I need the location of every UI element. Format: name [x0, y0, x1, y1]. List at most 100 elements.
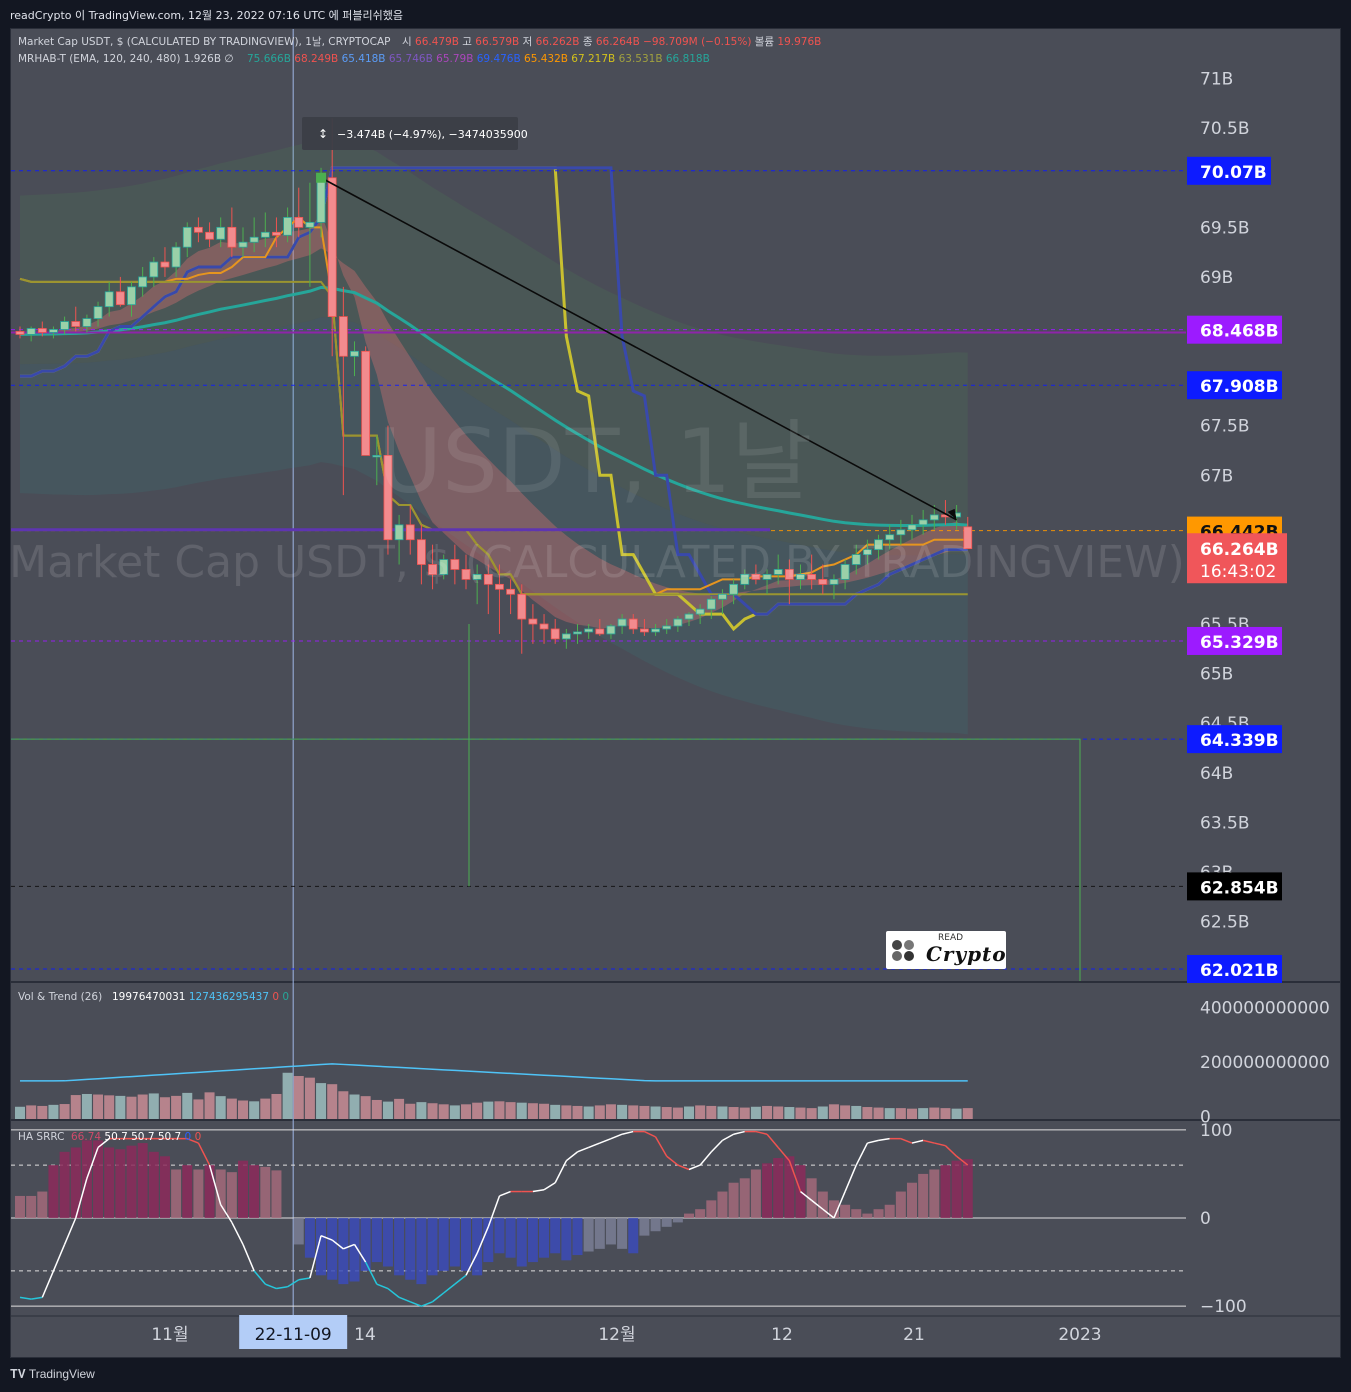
osc-hist-bar [182, 1165, 193, 1218]
osc-hist-bar [15, 1195, 25, 1218]
chart-canvas[interactable]: 71B70.5B69.5B69B67.5B67B65.5B65B64.5B64B… [0, 0, 1351, 1392]
countdown-text: 16:43:02 [1200, 562, 1276, 582]
oscillator-pane[interactable] [11, 1129, 1186, 1307]
volume-bar [828, 1104, 839, 1119]
volume-bar [226, 1098, 237, 1119]
candle [662, 625, 672, 630]
osc-line-segment [41, 1270, 55, 1298]
osc-hist-bar [539, 1218, 550, 1258]
volume-bar [438, 1104, 449, 1119]
candle [238, 241, 248, 248]
candle [294, 217, 304, 228]
volume-bar [115, 1095, 126, 1119]
legend-ohlc-item: 66.579B [472, 36, 519, 48]
candle [15, 331, 25, 335]
osc-hist-bar [260, 1166, 271, 1218]
candle [528, 618, 538, 625]
osc-line-segment [855, 1142, 869, 1166]
legend-ohlc-item: 볼륨 [751, 36, 774, 48]
volume-bar [371, 1099, 382, 1119]
osc-value: 50.7 [155, 1131, 182, 1143]
osc-hist-bar [572, 1218, 583, 1256]
tradingview-brand: TradingView [28, 1367, 95, 1381]
readcrypto-logo: READ Crypto [886, 931, 1006, 969]
candle [193, 226, 203, 233]
osc-line-segment [253, 1270, 266, 1285]
oscillator-legend: HA SRRC 66.74 50.7 50.7 50.7 0 0 [18, 1131, 201, 1143]
candle [260, 231, 270, 238]
volume-bar [70, 1095, 81, 1119]
volume-pane[interactable] [15, 1063, 973, 1119]
osc-hist-bar [338, 1218, 349, 1285]
osc-line-segment [443, 1283, 456, 1294]
volume-bar [505, 1102, 516, 1119]
volume-bar [706, 1105, 717, 1119]
indicator-value: 65.79B [433, 53, 474, 65]
time-axis-tick: 12월 [598, 1325, 635, 1345]
volume-bar [171, 1095, 182, 1119]
volume-bar [784, 1107, 795, 1119]
osc-hist-bar [695, 1209, 706, 1218]
osc-line-segment [432, 1292, 445, 1303]
osc-hist-bar [249, 1165, 260, 1218]
osc-hist-bar [427, 1218, 438, 1276]
candle [82, 318, 92, 327]
volume-bar [148, 1093, 159, 1119]
legend-ohlc: 시 66.479B 고 66.579B 저 66.262B 종 66.264B … [402, 36, 821, 48]
osc-hist-bar [550, 1218, 561, 1254]
volume-bar [304, 1077, 315, 1119]
oscillator-legend-title: HA SRRC [18, 1131, 64, 1143]
volume-bar [37, 1105, 48, 1119]
volume-bar [583, 1106, 594, 1119]
volume-bar [539, 1103, 550, 1119]
osc-line-segment [242, 1244, 255, 1272]
osc-hist-bar [26, 1195, 37, 1218]
candle [706, 598, 716, 610]
price-axis-tick: 71B [1200, 70, 1233, 90]
osc-hist-bar [238, 1160, 248, 1218]
candle [104, 291, 114, 308]
volume-bar [862, 1107, 873, 1119]
volume-bar [873, 1107, 884, 1119]
volume-bar [661, 1107, 672, 1119]
volume-bar [461, 1104, 471, 1119]
volume-bar [26, 1105, 37, 1119]
volume-bar [962, 1108, 973, 1119]
volume-bar [840, 1105, 851, 1119]
osc-hist-bar [951, 1160, 962, 1218]
osc-line-segment [376, 1283, 389, 1290]
osc-hist-bar [884, 1204, 895, 1218]
osc-hist-bar [93, 1140, 104, 1218]
tradingview-logo[interactable]: 𝐓𝐕 TradingView [10, 1367, 95, 1382]
volume-bar [494, 1101, 505, 1119]
osc-line-segment [197, 1142, 211, 1166]
osc-hist-bar [204, 1165, 215, 1218]
volume-bar [483, 1101, 494, 1119]
price-axis-tick: 70.5B [1200, 119, 1250, 139]
osc-hist-bar [728, 1182, 739, 1218]
volume-bar [516, 1102, 527, 1119]
candle [71, 321, 81, 327]
candle [595, 628, 605, 635]
osc-hist-bar [394, 1218, 405, 1276]
candle [127, 286, 136, 306]
osc-hist-bar [48, 1165, 59, 1218]
osc-hist-bar [717, 1191, 728, 1218]
legend-ohlc-item: 종 [580, 36, 593, 48]
osc-line-segment [265, 1283, 277, 1290]
osc-line-segment [52, 1244, 66, 1272]
osc-line-segment [276, 1286, 288, 1290]
osc-hist-bar [327, 1218, 338, 1280]
volume-bar [81, 1093, 92, 1119]
osc-line-segment [532, 1189, 545, 1193]
measure-tooltip-icon: ↕ [318, 127, 328, 141]
volume-bar [851, 1105, 862, 1119]
osc-line-segment [421, 1301, 433, 1307]
candle [695, 608, 705, 615]
volume-bar [672, 1107, 683, 1119]
logo-mark-icon [892, 940, 914, 961]
volume-bar [271, 1093, 282, 1119]
candle [640, 628, 649, 633]
osc-line-segment [688, 1164, 701, 1171]
legend-ohlc-item: 고 [459, 36, 472, 48]
